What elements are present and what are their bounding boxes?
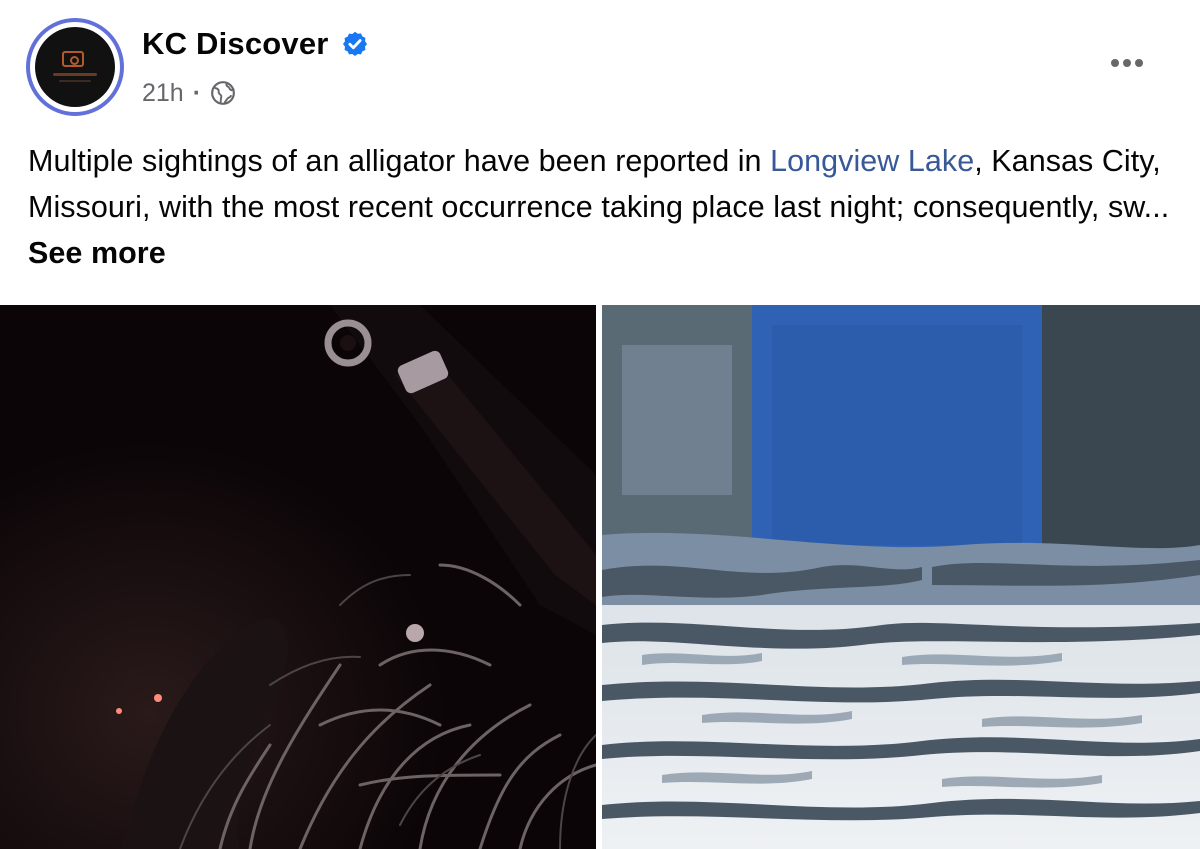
- lake-photo[interactable]: [602, 305, 1200, 849]
- page-avatar[interactable]: [26, 18, 124, 116]
- post-meta: 21h ·: [142, 76, 236, 110]
- facebook-post: KC Discover 21h · Multiple sightings of …: [0, 0, 1200, 849]
- more-dot: [1111, 59, 1119, 67]
- meta-separator: ·: [192, 78, 202, 107]
- page-logo: [35, 27, 115, 107]
- post-text: Multiple sightings of an alligator have …: [28, 138, 1178, 276]
- more-options-icon[interactable]: [1100, 46, 1154, 80]
- night-photo-image: [0, 305, 596, 849]
- logo-tagline-bar: [59, 80, 91, 82]
- post-header: KC Discover 21h ·: [0, 0, 1200, 125]
- verified-badge-icon: [342, 31, 367, 57]
- page-name-link[interactable]: KC Discover: [142, 26, 329, 62]
- name-row: KC Discover: [142, 24, 369, 64]
- more-dot: [1135, 59, 1143, 67]
- logo-wordmark-bar: [53, 73, 97, 76]
- night-photo[interactable]: [0, 305, 596, 849]
- globe-icon[interactable]: [210, 80, 236, 106]
- more-dot: [1123, 59, 1131, 67]
- location-link[interactable]: Longview Lake: [770, 144, 974, 178]
- camera-logo-icon: [62, 51, 84, 67]
- post-timestamp-link[interactable]: 21h: [142, 79, 184, 108]
- photo-grid: [0, 305, 1200, 849]
- post-text-part: Multiple sightings of an alligator have …: [28, 144, 771, 178]
- see-more-button[interactable]: See more: [28, 236, 166, 270]
- lake-photo-image: [602, 305, 1200, 849]
